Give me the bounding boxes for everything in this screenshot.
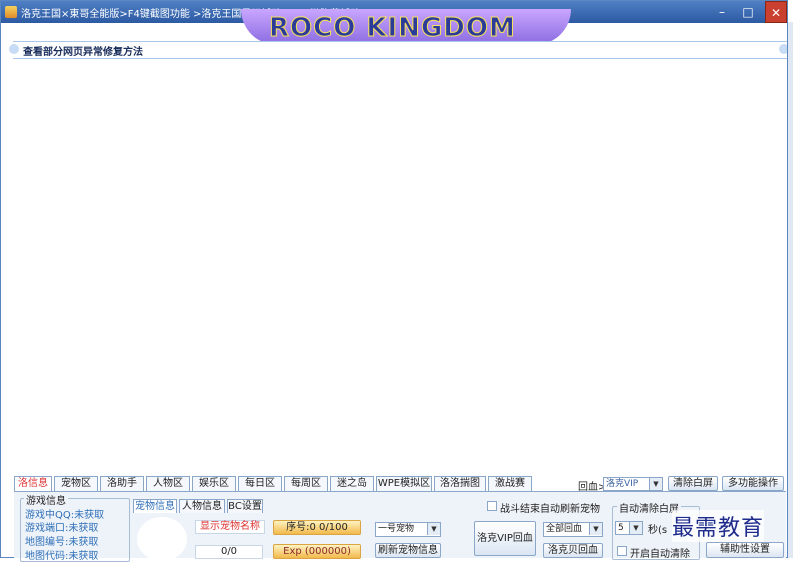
refresh-pet-button[interactable]: 刷新宠物信息 [375, 543, 441, 558]
sequence-button[interactable]: 序号:0 0/100 [273, 520, 361, 535]
game-info-title: 游戏信息 [24, 492, 68, 507]
chevron-down-icon[interactable]: ▼ [427, 523, 440, 535]
seconds-value: 5 [618, 523, 624, 533]
tab-battle[interactable]: 激战赛 [488, 476, 532, 491]
subtab-bc-settings[interactable]: BC设置 [227, 499, 263, 513]
info-port: 游戏端口:未获取 [25, 523, 99, 534]
subtab-character-info[interactable]: 人物信息 [179, 499, 225, 513]
heal-all-value: 全部回血 [546, 524, 583, 534]
app-window: 洛克王国×東哥全能版>F4键截图功能 >洛克王国最强辅助 | End键隐藏辅助 … [0, 0, 788, 558]
auto-refresh-label: 战斗结束自动刷新宠物 [500, 504, 600, 515]
tab-daily[interactable]: 每日区 [238, 476, 282, 491]
link-bar: 查看部分网页异常修复方法 [9, 41, 787, 59]
assist-settings-button[interactable]: 辅助性设置 [706, 542, 784, 558]
chevron-down-icon[interactable]: ▼ [629, 522, 642, 534]
tab-helper[interactable]: 洛助手 [100, 476, 144, 491]
right-edge-strip [788, 22, 793, 558]
chevron-down-icon[interactable]: ▼ [589, 523, 602, 535]
tab-weekly[interactable]: 每周区 [284, 476, 328, 491]
pet-count: 0/0 [195, 545, 263, 559]
auto-clear-checkbox[interactable] [617, 546, 627, 556]
show-pet-name: 显示宠物名称 [195, 520, 265, 534]
info-map-code: 地图代码:未获取 [25, 551, 99, 562]
tab-mystery-island[interactable]: 迷之岛 [330, 476, 374, 491]
watermark-logo: 最需教育 [672, 510, 765, 542]
tab-info[interactable]: 洛信息 [14, 476, 52, 492]
clear-white-screen-button[interactable]: 清除白屏 [668, 476, 718, 491]
heal-select-value: 洛克VIP [606, 479, 639, 489]
pet-avatar [137, 517, 187, 561]
tab-fun[interactable]: 娱乐区 [192, 476, 236, 491]
info-map-id: 地图编号:未获取 [25, 537, 99, 548]
pet-select[interactable]: 一号宠物 ▼ [375, 522, 441, 537]
multi-function-button[interactable]: 多功能操作 [722, 476, 784, 491]
exp-button[interactable]: Exp (000000) [273, 544, 361, 559]
seconds-label: 秒(s [648, 525, 668, 536]
minimize-button[interactable]: – [709, 1, 735, 23]
linkbar-right-cap [779, 44, 787, 54]
vip-heal-button[interactable]: 洛克VIP回血 [474, 521, 536, 556]
tab-wpe[interactable]: WPE模拟区 [376, 476, 432, 491]
shell-heal-button[interactable]: 洛克贝回血 [543, 543, 603, 558]
heal-select[interactable]: 洛克VIP ▼ [603, 477, 663, 491]
seconds-select[interactable]: 5 ▼ [615, 521, 643, 535]
maximize-button[interactable]: □ [735, 1, 761, 23]
roco-banner: ROCO KINGDOM 2.0 [241, 9, 571, 45]
auto-refresh-checkbox[interactable] [487, 501, 497, 511]
linkbar-left-cap [9, 44, 19, 54]
subtab-pet-info[interactable]: 宠物信息 [133, 499, 177, 513]
tab-character[interactable]: 人物区 [146, 476, 190, 491]
app-icon [5, 6, 17, 18]
pet-select-value: 一号宠物 [378, 524, 415, 534]
close-button[interactable]: ✕ [765, 1, 787, 23]
repair-link[interactable]: 查看部分网页异常修复方法 [23, 43, 143, 58]
heal-all-select[interactable]: 全部回血 ▼ [543, 522, 603, 537]
game-web-view[interactable] [13, 59, 787, 477]
chevron-down-icon[interactable]: ▼ [649, 478, 662, 490]
tab-pet[interactable]: 宠物区 [54, 476, 98, 491]
tab-puzzle[interactable]: 洛洛揣图 [434, 476, 486, 491]
title-bar[interactable]: 洛克王国×東哥全能版>F4键截图功能 >洛克王国最强辅助 | End键隐藏辅助 … [1, 1, 787, 45]
